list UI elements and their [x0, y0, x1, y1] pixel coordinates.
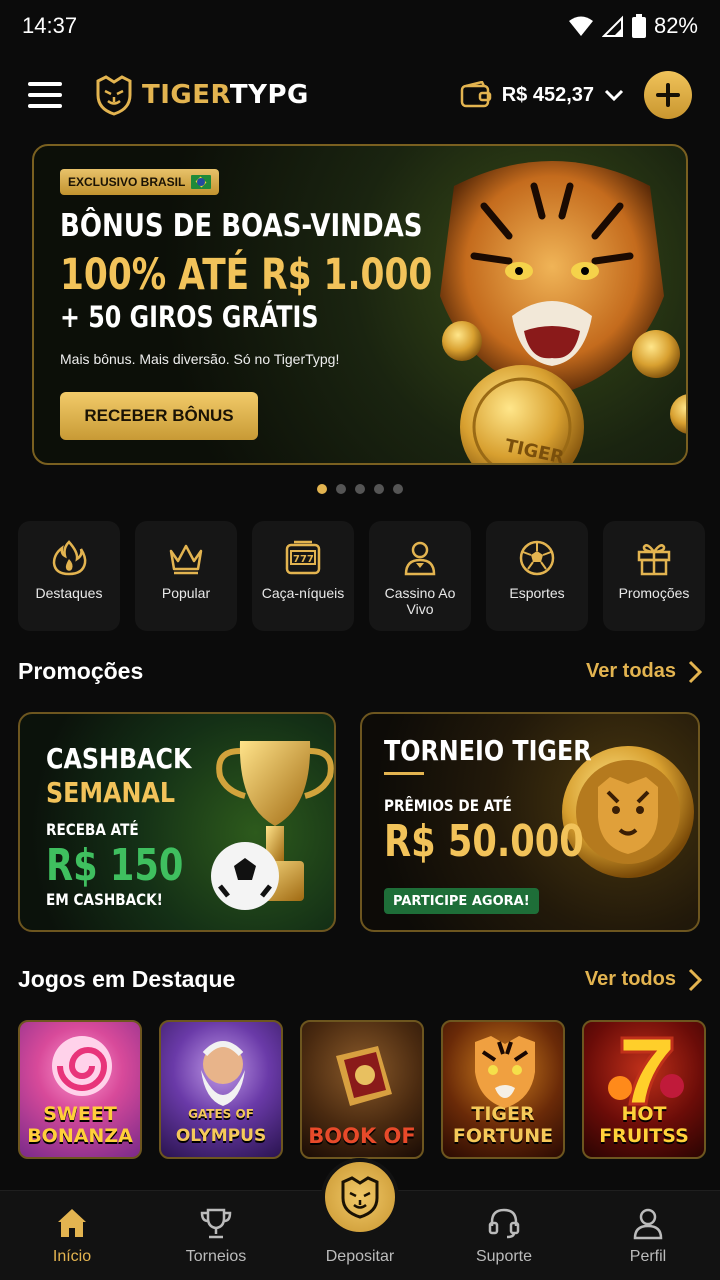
welcome-bonus-banner[interactable]: EXCLUSIVO BRASIL BÔNUS DE BOAS-VINDAS 10… [32, 144, 688, 465]
carousel-dot[interactable] [374, 484, 384, 494]
wallet-balance[interactable]: R$ 452,37 [460, 81, 624, 109]
tiger-logo-icon [96, 75, 132, 116]
zeus-icon [201, 1041, 245, 1106]
brand-logo[interactable]: TIGERTYPG [92, 73, 309, 117]
status-icons: 82% [568, 13, 698, 39]
cashback-pre: RECEBA ATÉ [46, 820, 139, 839]
nav-torneios[interactable]: Torneios [144, 1191, 288, 1280]
status-time: 14:37 [22, 13, 78, 38]
game-title-line2: FRUITSS [599, 1125, 689, 1147]
tournament-pre: PRÊMIOS DE ATÉ [384, 796, 512, 815]
home-icon [58, 1209, 86, 1237]
add-funds-button[interactable] [644, 71, 692, 119]
exclusive-badge: EXCLUSIVO BRASIL [60, 169, 220, 195]
tournament-amount: R$ 50.000 [384, 816, 584, 867]
game-hot-fruits[interactable]: HOT FRUITSS [582, 1020, 706, 1159]
gift-icon [637, 544, 671, 576]
banner-spins: + 50 GIROS GRÁTIS [60, 300, 319, 334]
brand-name: TIGERTYPG [142, 80, 309, 110]
category-bar: Destaques Popular 777 Caça-níqueis Cassi… [18, 521, 705, 631]
app-header: TIGERTYPG R$ 452,37 [0, 60, 720, 130]
seven-icon [608, 1036, 684, 1106]
user-icon [633, 1208, 663, 1240]
title-underline [384, 772, 424, 775]
carousel-dot[interactable] [317, 484, 327, 494]
category-destaques[interactable]: Destaques [18, 521, 120, 631]
book-icon [336, 1046, 392, 1106]
nav-suporte[interactable]: Suporte [432, 1191, 576, 1280]
tiger-icon [341, 1176, 379, 1219]
carousel-dot[interactable] [393, 484, 403, 494]
wallet-icon [460, 81, 491, 108]
brazil-flag-icon [191, 175, 212, 189]
join-now-button[interactable]: PARTICIPE AGORA! [384, 888, 539, 914]
featured-games-header: Jogos em Destaque Ver todos [18, 966, 702, 993]
status-bar: 14:37 82% [0, 0, 720, 52]
carousel-dot[interactable] [355, 484, 365, 494]
headset-icon [488, 1208, 520, 1239]
nav-perfil[interactable]: Perfil [576, 1191, 720, 1280]
signal-icon [601, 15, 623, 37]
deposit-fab-button[interactable] [321, 1158, 399, 1236]
trophy-illustration [211, 741, 334, 910]
see-all-promotions-link[interactable]: Ver todas [586, 660, 702, 684]
tournament-title: TORNEIO TIGER [384, 734, 592, 767]
game-title-line2: OLYMPUS [175, 1126, 267, 1146]
plus-icon [656, 83, 680, 107]
carousel-dot[interactable] [336, 484, 346, 494]
chevron-right-icon [688, 968, 702, 991]
game-tiger-fortune[interactable]: TIGER FORTUNE [441, 1020, 565, 1159]
svg-text:777: 777 [293, 554, 314, 565]
chevron-right-icon [688, 660, 702, 683]
lollipop-icon [52, 1036, 112, 1096]
soccer-ball-icon [519, 540, 555, 576]
flame-icon [52, 540, 87, 576]
game-book-of[interactable]: BOOK OF [300, 1020, 424, 1159]
cashback-post: EM CASHBACK! [46, 890, 163, 909]
category-sports[interactable]: Esportes [486, 521, 588, 631]
game-title-line2: FORTUNE [452, 1125, 554, 1147]
crown-icon [169, 544, 203, 575]
banner-title: BÔNUS DE BOAS-VINDAS [60, 208, 423, 244]
promotions-header: Promoções Ver todas [18, 658, 702, 685]
menu-icon[interactable] [28, 82, 62, 108]
promotions-title: Promoções [18, 658, 144, 684]
tiger-illustration: TIGER [440, 161, 686, 463]
receive-bonus-button[interactable]: RECEBER BÔNUS [60, 392, 258, 440]
slot-machine-icon: 777 [285, 540, 321, 575]
game-gates-of-olympus[interactable]: GATES OF OLYMPUS [159, 1020, 283, 1159]
banner-bonus: 100% ATÉ R$ 1.000 [60, 250, 433, 300]
category-live-casino[interactable]: Cassino Ao Vivo [369, 521, 471, 631]
featured-games-list: SWEET BONANZA GATES OF OLYMPUS BOOK OF TIG… [18, 1020, 706, 1159]
cashback-promo-card[interactable]: CASHBACK SEMANAL RECEBA ATÉ R$ 150 EM CA… [18, 712, 336, 932]
game-sweet-bonanza[interactable]: SWEET BONANZA [18, 1020, 142, 1159]
wifi-icon [568, 16, 593, 36]
balance-amount: R$ 452,37 [501, 83, 594, 106]
game-title-line2: BONANZA [27, 1125, 133, 1147]
chevron-down-icon[interactable] [604, 88, 624, 102]
category-slots[interactable]: 777 Caça-níqueis [252, 521, 354, 631]
category-promotions[interactable]: Promoções [603, 521, 705, 631]
cashback-title-1: CASHBACK [46, 742, 192, 775]
battery-icon [631, 14, 646, 38]
banner-subtitle: Mais bônus. Mais diversão. Só no TigerTy… [60, 351, 340, 367]
tiger-face-icon [475, 1036, 535, 1108]
game-title-line2: BOOK OF [308, 1124, 416, 1148]
featured-games-title: Jogos em Destaque [18, 966, 236, 992]
carousel-dots[interactable] [0, 484, 720, 494]
category-popular[interactable]: Popular [135, 521, 237, 631]
trophy-icon [200, 1208, 232, 1239]
cashback-amount: R$ 150 [46, 840, 184, 891]
tournament-promo-card[interactable]: TORNEIO TIGER PRÊMIOS DE ATÉ R$ 50.000 P… [360, 712, 700, 932]
cashback-title-2: SEMANAL [46, 776, 176, 809]
see-all-games-link[interactable]: Ver todos [585, 968, 702, 992]
dealer-icon [404, 541, 436, 576]
battery-percent: 82% [653, 13, 698, 38]
nav-inicio[interactable]: Início [0, 1191, 144, 1280]
